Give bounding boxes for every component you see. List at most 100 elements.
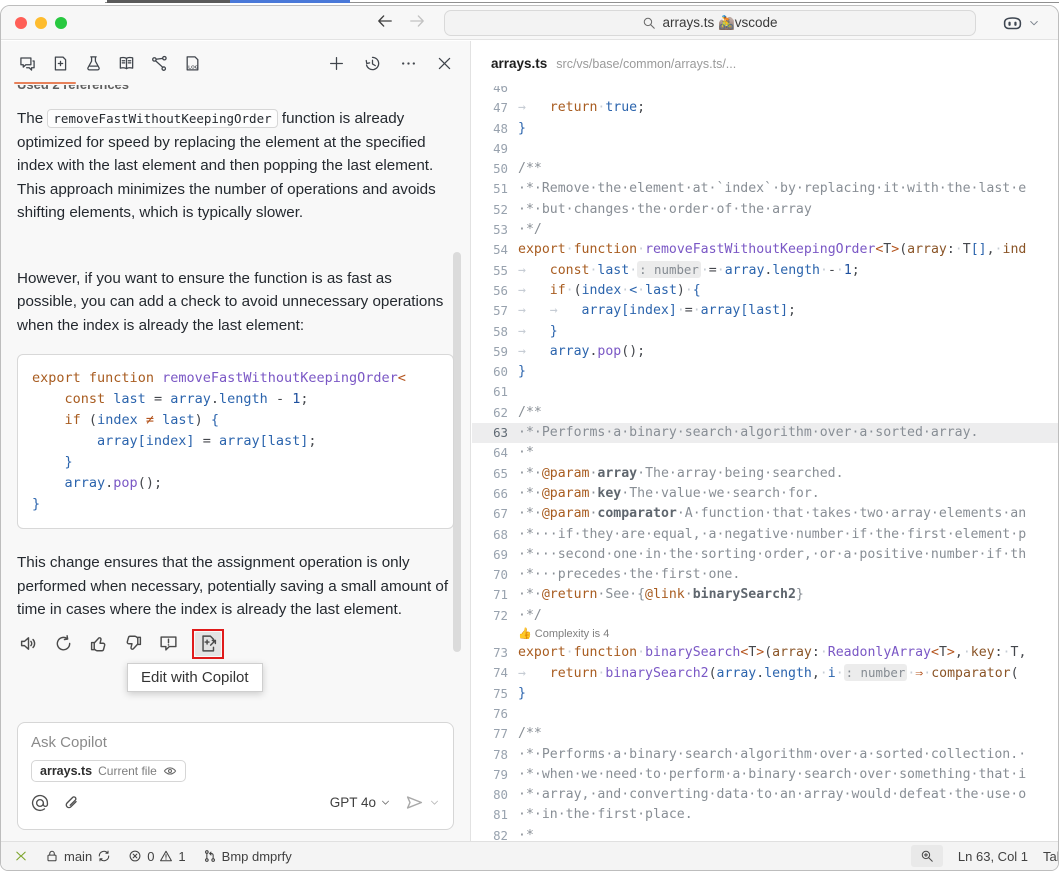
code-line-70[interactable]: 70·*···precedes·the·first·one.	[472, 565, 1058, 585]
code-editor[interactable]: 4647→ return·true;48}4950/**51·*·Remove·…	[472, 86, 1058, 841]
cursor-position[interactable]: Ln 63, Col 1	[958, 849, 1028, 864]
beaker-icon[interactable]	[81, 51, 105, 75]
new-chat-button[interactable]	[324, 51, 348, 75]
code-line-59[interactable]: 59→ array.pop();	[472, 342, 1058, 362]
window-zoom-button[interactable]	[55, 17, 67, 29]
remote-indicator[interactable]	[14, 849, 28, 863]
mention-button[interactable]	[31, 794, 49, 812]
used-references-toggle[interactable]: Used 2 references	[17, 85, 454, 93]
codelens-complexity[interactable]: 👍 Complexity is 4	[472, 626, 1058, 643]
lock-icon	[45, 849, 59, 863]
editor-filename[interactable]: arrays.ts	[491, 56, 547, 71]
code-line-76[interactable]: 76	[472, 704, 1058, 724]
report-issue-button[interactable]	[157, 633, 179, 655]
code-line-77[interactable]: 77/**	[472, 724, 1058, 744]
line-number: 50	[472, 159, 508, 179]
line-number: 48	[472, 119, 508, 139]
annotation-red-box	[192, 629, 224, 659]
code-line-73[interactable]: 73export·function·binarySearch<T>(array:…	[472, 643, 1058, 663]
code-line-71[interactable]: 71·*·@return·See·{@link·binarySearch2}	[472, 585, 1058, 605]
code-line-56[interactable]: 56→ if·(index·<·last)·{	[472, 281, 1058, 301]
assistant-paragraph-2: However, if you want to ensure the funct…	[17, 267, 454, 338]
chat-toolbar: LOG	[1, 41, 470, 85]
context-file-chip[interactable]: arrays.ts Current file	[31, 760, 186, 782]
code-line-50[interactable]: 50/**	[472, 159, 1058, 179]
warning-count: 1	[178, 849, 185, 864]
pull-request-indicator[interactable]: Bmp dmprfy	[203, 849, 292, 864]
flow-icon[interactable]	[147, 51, 171, 75]
model-picker[interactable]: GPT 4o	[330, 795, 391, 810]
context-file-label: Current file	[98, 764, 157, 778]
code-line-68[interactable]: 68·*···if·they·are·equal,·a·negative·num…	[472, 525, 1058, 545]
code-line-62[interactable]: 62/**	[472, 403, 1058, 423]
line-number: 49	[472, 139, 508, 159]
copilot-menu-button[interactable]	[1002, 10, 1040, 36]
output-log-icon[interactable]: LOG	[180, 51, 204, 75]
code-line-46[interactable]: 46	[472, 86, 1058, 98]
code-line-60[interactable]: 60}	[472, 362, 1058, 382]
code-line-82[interactable]: 82·*	[472, 826, 1058, 841]
code-line-57[interactable]: 57→ → array[index]·=·array[last];	[472, 301, 1058, 321]
line-number: 66	[472, 484, 508, 504]
code-line-53[interactable]: 53·*/	[472, 220, 1058, 240]
window-close-button[interactable]	[15, 17, 27, 29]
command-center-search[interactable]: arrays.ts 🚵vscode	[444, 10, 976, 36]
chat-scrollbar[interactable]	[453, 252, 461, 652]
screen: arrays.ts 🚵vscode LOG Used 2 references …	[0, 0, 1059, 871]
thumbs-up-button[interactable]	[87, 633, 109, 655]
chat-input-box[interactable]: Ask Copilot arrays.ts Current file GPT 4…	[17, 722, 454, 830]
line-number: 74	[472, 663, 508, 683]
code-line-52[interactable]: 52·*·but·changes·the·order·of·the·array	[472, 200, 1058, 220]
navigate-back-button[interactable]	[373, 11, 397, 35]
code-line-58[interactable]: 58→ }	[472, 322, 1058, 342]
code-line-54[interactable]: 54export·function·removeFastWithoutKeepi…	[472, 240, 1058, 260]
code-line-48[interactable]: 48}	[472, 119, 1058, 139]
line-number: 62	[472, 403, 508, 423]
regenerate-button[interactable]	[52, 633, 74, 655]
code-line-75[interactable]: 75}	[472, 684, 1058, 704]
edit-with-copilot-button[interactable]	[195, 632, 221, 656]
code-line-69[interactable]: 69·*···second·one·in·the·sorting·order,·…	[472, 545, 1058, 565]
read-aloud-button[interactable]	[17, 633, 39, 655]
close-panel-button[interactable]	[432, 51, 456, 75]
send-button[interactable]	[405, 793, 440, 812]
line-number: 67	[472, 504, 508, 524]
chat-view-icon[interactable]	[15, 51, 39, 75]
chevron-down-icon	[1028, 17, 1040, 29]
code-line-79[interactable]: 79·*·when·we·need·to·perform·a·binary·se…	[472, 765, 1058, 785]
docs-book-icon[interactable]	[114, 51, 138, 75]
code-line-47[interactable]: 47→ return·true;	[472, 98, 1058, 118]
history-button[interactable]	[360, 51, 384, 75]
code-line-51[interactable]: 51·*·Remove·the·element·at·`index`·by·re…	[472, 179, 1058, 199]
code-line-74[interactable]: 74→ return·binarySearch2(array.length,·i…	[472, 663, 1058, 683]
titlebar: arrays.ts 🚵vscode	[1, 6, 1058, 40]
line-number: 57	[472, 301, 508, 321]
chat-code-block[interactable]: export function removeFastWithoutKeeping…	[17, 354, 454, 529]
problems-indicator[interactable]: 0 1	[128, 849, 185, 864]
code-line-66[interactable]: 66·*·@param·key·The·value·we·search·for.	[472, 484, 1058, 504]
code-line-61[interactable]: 61	[472, 382, 1058, 402]
navigate-forward-button[interactable]	[405, 11, 429, 35]
code-line-81[interactable]: 81·*·in·the·first·place.	[472, 805, 1058, 825]
code-line-63[interactable]: 63·*·Performs·a·binary·search·algorithm·…	[472, 423, 1058, 443]
code-line-67[interactable]: 67·*·@param·comparator·A·function·that·t…	[472, 504, 1058, 524]
thumbs-down-button[interactable]	[122, 633, 144, 655]
code-line-78[interactable]: 78·*·Performs·a·binary·search·algorithm·…	[472, 745, 1058, 765]
zoom-button[interactable]	[911, 845, 943, 867]
code-line-72[interactable]: 72·*/	[472, 606, 1058, 626]
attach-context-button[interactable]	[63, 794, 81, 812]
branch-indicator[interactable]: main	[45, 849, 111, 864]
code-line-80[interactable]: 80·*·array,·and·converting·data·to·an·ar…	[472, 785, 1058, 805]
line-number: 64	[472, 443, 508, 463]
indentation-setting[interactable]: Tab	[1043, 849, 1059, 864]
code-line-65[interactable]: 65·*·@param·array·The·array·being·search…	[472, 464, 1058, 484]
more-actions-button[interactable]	[396, 51, 420, 75]
edit-session-icon[interactable]	[48, 51, 72, 75]
code-line-64[interactable]: 64·*	[472, 443, 1058, 463]
code-line-49[interactable]: 49	[472, 139, 1058, 159]
chat-conversation: Used 2 references The removeFastWithoutK…	[1, 85, 470, 722]
assistant-paragraph-1: The removeFastWithoutKeepingOrder functi…	[17, 107, 454, 225]
code-line-55[interactable]: 55→ const·last·: number·=·array.length·-…	[472, 261, 1058, 281]
window-minimize-button[interactable]	[35, 17, 47, 29]
editor-breadcrumb-path[interactable]: src/vs/base/common/arrays.ts/...	[556, 57, 736, 71]
